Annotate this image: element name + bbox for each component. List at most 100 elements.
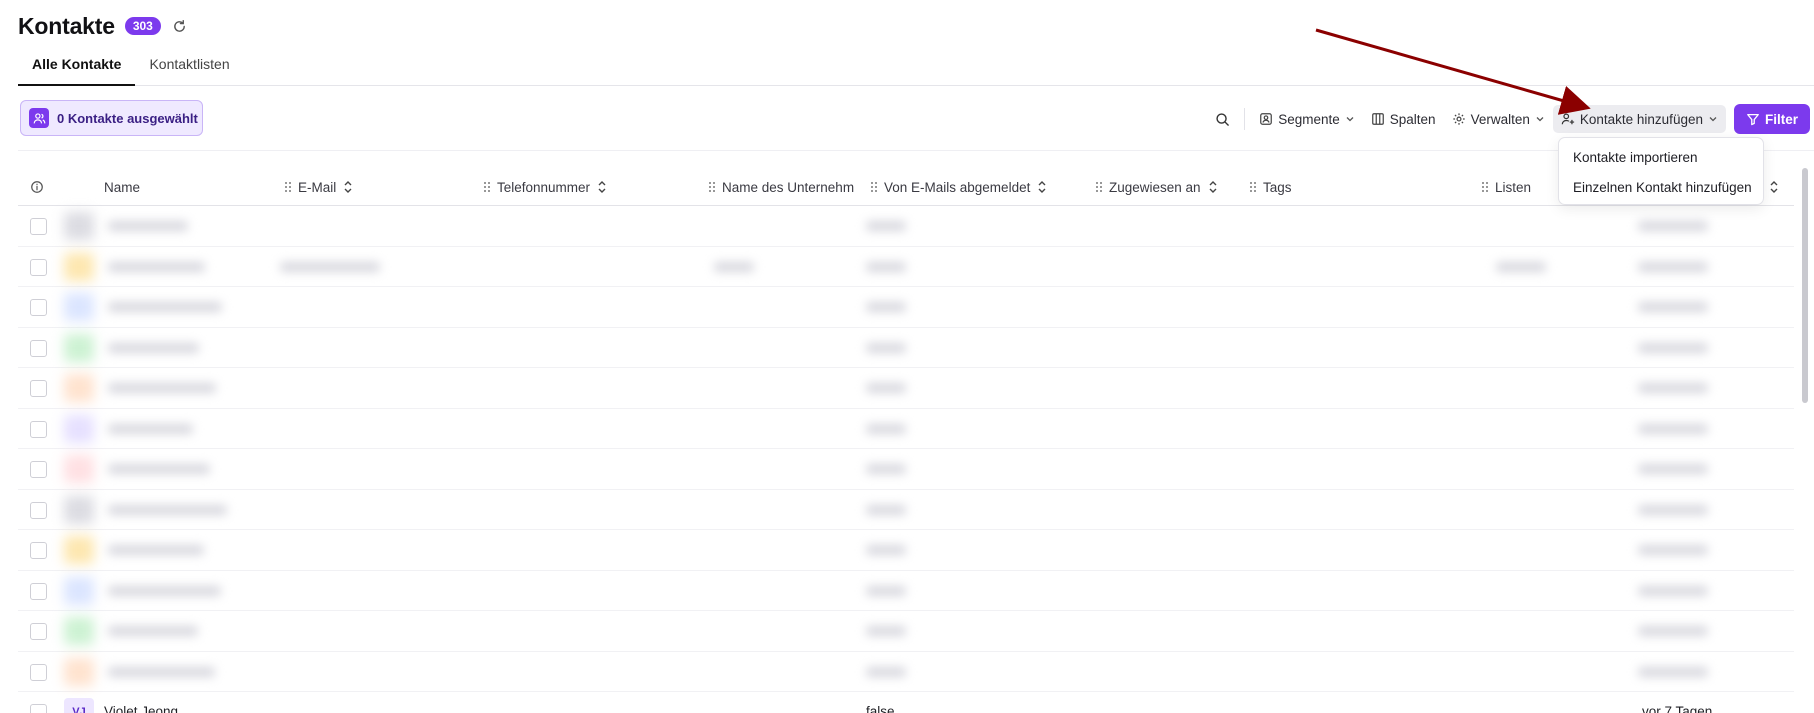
obscured-cell: [866, 221, 906, 231]
column-label: Zugewiesen an: [1109, 179, 1201, 195]
row-checkbox[interactable]: [30, 623, 47, 640]
obscured-cell: [866, 302, 906, 312]
row-checkbox[interactable]: [30, 258, 47, 276]
table-row[interactable]: [18, 652, 1794, 692]
columns-icon: [1371, 113, 1384, 125]
table-row[interactable]: [18, 530, 1794, 571]
table-row[interactable]: [18, 490, 1794, 530]
avatar: [64, 617, 94, 645]
contacts-table: Name E-Mail Telefonnummer Name des Unter…: [18, 168, 1794, 713]
table-row[interactable]: [18, 287, 1794, 328]
column-header-lists[interactable]: Listen: [1481, 168, 1531, 206]
obscured-cell: [1638, 464, 1708, 474]
table-row[interactable]: [18, 611, 1794, 652]
table-row[interactable]: [18, 328, 1794, 368]
columns-label: Spalten: [1389, 111, 1436, 127]
toolbar-divider-line: [18, 150, 1814, 151]
column-label: Von E-Mails abgemeldet: [884, 179, 1031, 195]
tab-all-contacts[interactable]: Alle Kontakte: [18, 52, 136, 86]
column-label: Telefonnummer: [497, 179, 591, 195]
columns-button[interactable]: Spalten: [1363, 105, 1444, 133]
toolbar: Segmente Spalten Verwalten Kontakte hinz…: [1207, 104, 1810, 134]
obscured-cell: [1638, 504, 1708, 515]
table-row[interactable]: [18, 247, 1794, 287]
obscured-cell: [108, 545, 204, 555]
menu-item-add-single-contact[interactable]: Einzelnen Kontakt hinzufügen: [1559, 172, 1763, 202]
column-header-created-sort[interactable]: [1768, 168, 1780, 206]
obscured-cell: [108, 221, 188, 231]
segments-button[interactable]: Segmente: [1251, 105, 1363, 133]
row-checkbox[interactable]: [30, 218, 47, 235]
column-header-email[interactable]: E-Mail: [284, 168, 354, 206]
avatar: [64, 536, 94, 564]
table-row[interactable]: VJ Violet Jeong false vor 7 Tagen: [18, 692, 1794, 713]
sort-icon: [1209, 181, 1217, 193]
refresh-icon[interactable]: [171, 17, 189, 35]
obscured-cell: [866, 261, 906, 272]
obscured-cell: [866, 626, 906, 636]
column-header-phone[interactable]: Telefonnummer: [483, 168, 608, 206]
column-header-company[interactable]: Name des Unternehm: [708, 168, 858, 206]
table-row[interactable]: [18, 206, 1794, 247]
tab-contact-lists[interactable]: Kontaktlisten: [135, 52, 243, 86]
row-checkbox[interactable]: [30, 542, 47, 559]
avatar: [64, 212, 94, 240]
row-checkbox[interactable]: [30, 339, 47, 357]
obscured-cell: [108, 342, 199, 353]
column-header-unsubscribed[interactable]: Von E-Mails abgemeldet: [870, 168, 1048, 206]
unsubscribed-value: false: [866, 704, 895, 713]
chevron-down-icon: [1346, 117, 1354, 122]
table-row[interactable]: [18, 368, 1794, 409]
search-button[interactable]: [1207, 105, 1238, 133]
add-contacts-label: Kontakte hinzufügen: [1579, 111, 1703, 127]
created-value: vor 7 Tagen: [1642, 704, 1713, 713]
page-title: Kontakte: [18, 12, 115, 39]
column-header-assigned[interactable]: Zugewiesen an: [1095, 168, 1219, 206]
vertical-scrollbar[interactable]: [1802, 168, 1808, 403]
add-contacts-button[interactable]: Kontakte hinzufügen: [1552, 105, 1726, 133]
obscured-cell: [1638, 666, 1708, 677]
avatar: [64, 455, 94, 483]
column-label: Listen: [1495, 179, 1532, 195]
obscured-cell: [108, 302, 222, 312]
add-contacts-dropdown: Kontakte importieren Einzelnen Kontakt h…: [1558, 137, 1764, 205]
row-checkbox[interactable]: [30, 461, 47, 478]
obscured-cell: [1638, 221, 1708, 231]
obscured-cell: [1638, 585, 1708, 596]
row-checkbox[interactable]: [30, 582, 47, 600]
contact-name[interactable]: Violet Jeong: [104, 704, 178, 713]
column-header-name[interactable]: Name: [104, 168, 140, 206]
column-header-tags[interactable]: Tags: [1249, 168, 1292, 206]
user-plus-icon: [1561, 113, 1574, 125]
info-icon[interactable]: [30, 168, 44, 206]
contacts-page: Kontakte 303 Alle Kontakte Kontaktlisten…: [0, 0, 1814, 713]
row-checkbox[interactable]: [30, 501, 47, 519]
menu-item-import-contacts[interactable]: Kontakte importieren: [1559, 142, 1763, 172]
obscured-cell: [714, 261, 754, 272]
row-checkbox[interactable]: [30, 663, 47, 681]
row-checkbox[interactable]: [30, 420, 47, 438]
table-header: Name E-Mail Telefonnummer Name des Unter…: [18, 168, 1794, 206]
row-checkbox[interactable]: [30, 704, 47, 713]
table-row[interactable]: [18, 449, 1794, 490]
obscured-cell: [866, 585, 906, 596]
selected-contacts-chip[interactable]: 0 Kontakte ausgewählt: [20, 100, 203, 136]
obscured-cell: [1638, 423, 1708, 434]
avatar: [64, 657, 94, 686]
row-checkbox[interactable]: [30, 380, 47, 397]
table-row[interactable]: [18, 571, 1794, 611]
drag-handle-icon: [285, 182, 291, 192]
obscured-cell: [108, 504, 227, 515]
obscured-cell: [1638, 383, 1708, 393]
obscured-cell: [1638, 626, 1708, 636]
obscured-cell: [866, 545, 906, 555]
obscured-cell: [1638, 545, 1708, 555]
filter-button[interactable]: Filter: [1733, 104, 1810, 134]
row-checkbox[interactable]: [30, 299, 47, 316]
avatar: [64, 293, 94, 321]
table-row[interactable]: [18, 409, 1794, 449]
obscured-cell: [1638, 342, 1708, 353]
segments-icon: [1260, 113, 1273, 125]
manage-button[interactable]: Verwalten: [1444, 105, 1553, 133]
avatar: [64, 495, 94, 524]
